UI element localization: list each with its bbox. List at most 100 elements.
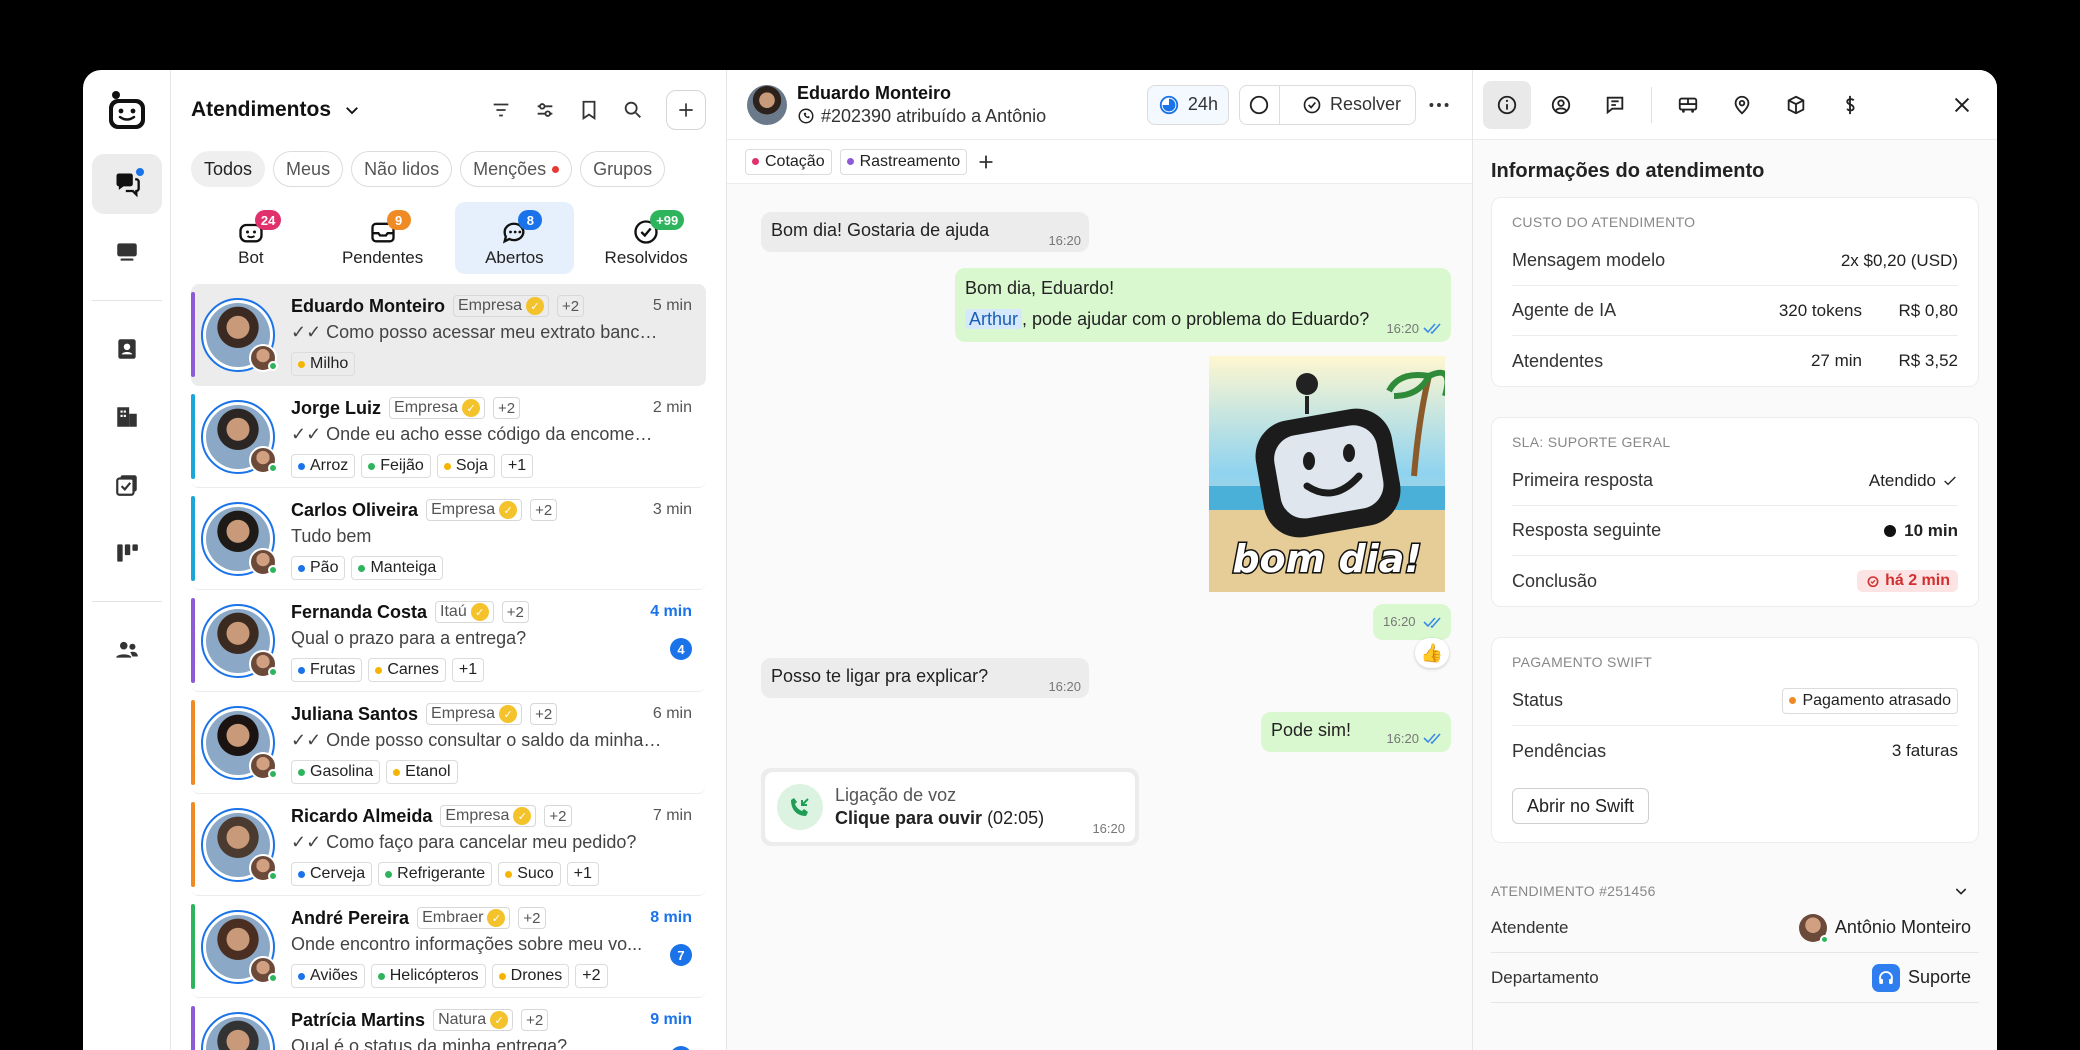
more-labels[interactable]: +1 [566,862,599,886]
more-labels[interactable]: +1 [451,658,485,682]
avatar [201,808,278,882]
tab-payments[interactable] [1826,81,1874,129]
message-incoming[interactable]: Posso te ligar pra explicar? 16:20 [761,658,1089,698]
row-value[interactable]: Antônio Monteiro [1835,917,1971,938]
message-time: 16:20 [1386,731,1419,746]
kanban-icon [116,544,138,562]
tab-abertos[interactable]: 8 Abertos [454,202,575,274]
company-tag: Empresa ✓ [426,499,523,521]
label-color-dot [298,462,305,470]
filter-chip-todos[interactable]: Todos [191,151,266,187]
conversation-item[interactable]: Ricardo Almeida Empresa ✓ +2 7 min ✓✓ Com… [191,794,706,896]
more-labels[interactable]: +1 [500,454,534,478]
conversation-item[interactable]: Fernanda Costa Itaú ✓ +2 4 min Qual o pra… [191,590,706,692]
conversation-time: 3 min [652,501,692,518]
last-message: Onde encontro informações sobre meu vo..… [291,934,643,954]
tab-bot[interactable]: 24 Bot [191,202,311,274]
tab-pendentes[interactable]: 9 Pendentes [323,202,443,274]
timer-button[interactable]: 24h [1146,84,1229,125]
resolved-count-badge: +99 [650,210,685,230]
cost-row: Mensagem modelo 2x $0,20 (USD) [1512,236,1958,286]
conversation-item[interactable]: Carlos Oliveira Empresa ✓ +2 3 min Tudo b… [191,488,706,590]
building-icon [116,407,137,427]
mention[interactable]: Arthur [965,309,1023,329]
verified-icon: ✓ [513,807,532,825]
tag-rastreamento[interactable]: Rastreamento [839,148,968,175]
sticker-text: bom dia! [1232,537,1421,581]
voice-call-message[interactable]: Ligação de voz Clique para ouvir (02:05)… [761,768,1139,846]
tab-info[interactable] [1483,80,1531,129]
tab-orders[interactable] [1772,81,1820,129]
row-value[interactable]: Suporte [1908,967,1971,988]
label-color-dot [505,870,513,878]
conversation-item[interactable]: Patrícia Martins Natura ✓ +2 9 min Qual é… [191,998,706,1050]
conversation-item[interactable]: Eduardo Monteiro Empresa ✓ +2 5 min ✓✓ Co… [191,284,706,386]
more-tags: +2 [530,499,558,521]
avatar [201,400,278,474]
rail-tasks-button[interactable] [92,455,162,515]
message-outgoing[interactable]: Bom dia, Eduardo! Arthur, pode ajudar co… [955,268,1451,342]
ticket-section-header[interactable]: ATENDIMENTO #251456 [1473,873,1997,903]
more-icon[interactable] [1426,92,1452,118]
sliders-icon[interactable] [534,99,556,121]
filter-chip-nao-lidos[interactable]: Não lidos [351,151,453,187]
rail-chat-button[interactable] [91,154,162,214]
sla-row: Resposta seguinte 10 min [1512,506,1958,556]
conversation-item[interactable]: Jorge Luiz Empresa ✓ +2 2 min ✓✓ Onde eu … [191,386,706,488]
read-check-icon [1423,323,1441,334]
close-icon[interactable] [1951,94,1973,116]
verified-icon: ✓ [499,705,518,723]
avatar[interactable] [747,84,787,125]
open-swift-button[interactable]: Abrir no Swift [1512,788,1650,824]
tag-cotacao[interactable]: Cotação [745,148,832,175]
tab-resolvidos[interactable]: +99 Resolvidos [586,202,706,274]
contact-name: Carlos Oliveira [291,499,419,520]
labels: Frutas Carnes +1 [291,658,692,682]
rail-inbox-button[interactable] [92,222,162,282]
rail-kanban-button[interactable] [92,523,162,583]
channel-color-bar [191,700,195,785]
resolve-button[interactable]: Resolver [1288,94,1415,115]
call-action[interactable]: Clique para ouvir [835,808,982,828]
bookmark-icon[interactable] [578,99,600,121]
add-tag-icon[interactable] [975,151,997,173]
more-tags: +2 [544,805,572,827]
snooze-button[interactable] [1240,85,1280,124]
rail-companies-button[interactable] [92,387,162,447]
filter-icon[interactable] [490,99,512,121]
rail-team-button[interactable] [92,620,162,680]
label-text: Cerveja [310,865,366,882]
row-value: 10 min [1904,520,1958,540]
message-outgoing[interactable]: Pode sim! 16:20 [1261,712,1451,752]
tab-contact[interactable] [1537,81,1585,129]
contact-name[interactable]: Eduardo Monteiro [797,83,1046,104]
label-text: Refrigerante [397,865,486,882]
list-title-dropdown[interactable]: Atendimentos [191,98,361,122]
pending-count-badge: 9 [386,210,411,230]
conversation-item[interactable]: André Pereira Embraer ✓ +2 8 min Onde enc… [191,896,706,998]
conversation-time: 4 min [650,603,692,620]
resolve-label: Resolver [1329,94,1401,114]
rail-contacts-button[interactable] [92,319,162,379]
message-time: 16:20 [1383,614,1416,629]
chip-label: Meus [286,158,331,179]
tab-notes[interactable] [1591,81,1639,129]
filter-chip-meus[interactable]: Meus [273,151,344,187]
swift-row: Status Pagamento atrasado [1512,676,1958,726]
last-message: Qual o prazo para a entrega? [291,628,527,648]
message-incoming[interactable]: Bom dia! Gostaria de ajuda 16:20 [761,212,1089,252]
sticker-image[interactable]: bom dia! [1209,356,1445,592]
ticket-row: Departamento Suporte [1491,953,1979,1003]
row-label: Pendências [1512,740,1607,761]
more-tags: +2 [521,1009,549,1031]
reaction-badge[interactable]: 👍 [1415,638,1449,668]
filter-chip-mencoes[interactable]: Menções [460,151,573,187]
filter-chip-grupos[interactable]: Grupos [580,151,666,187]
more-labels[interactable]: +2 [575,964,608,988]
tab-delivery[interactable] [1664,81,1712,129]
conversation-item[interactable]: Juliana Santos Empresa ✓ +2 6 min ✓✓ Onde… [191,692,706,794]
tab-label: Bot [238,248,264,267]
new-conversation-button[interactable] [666,90,706,130]
search-icon[interactable] [622,99,644,121]
tab-location[interactable] [1718,81,1766,129]
